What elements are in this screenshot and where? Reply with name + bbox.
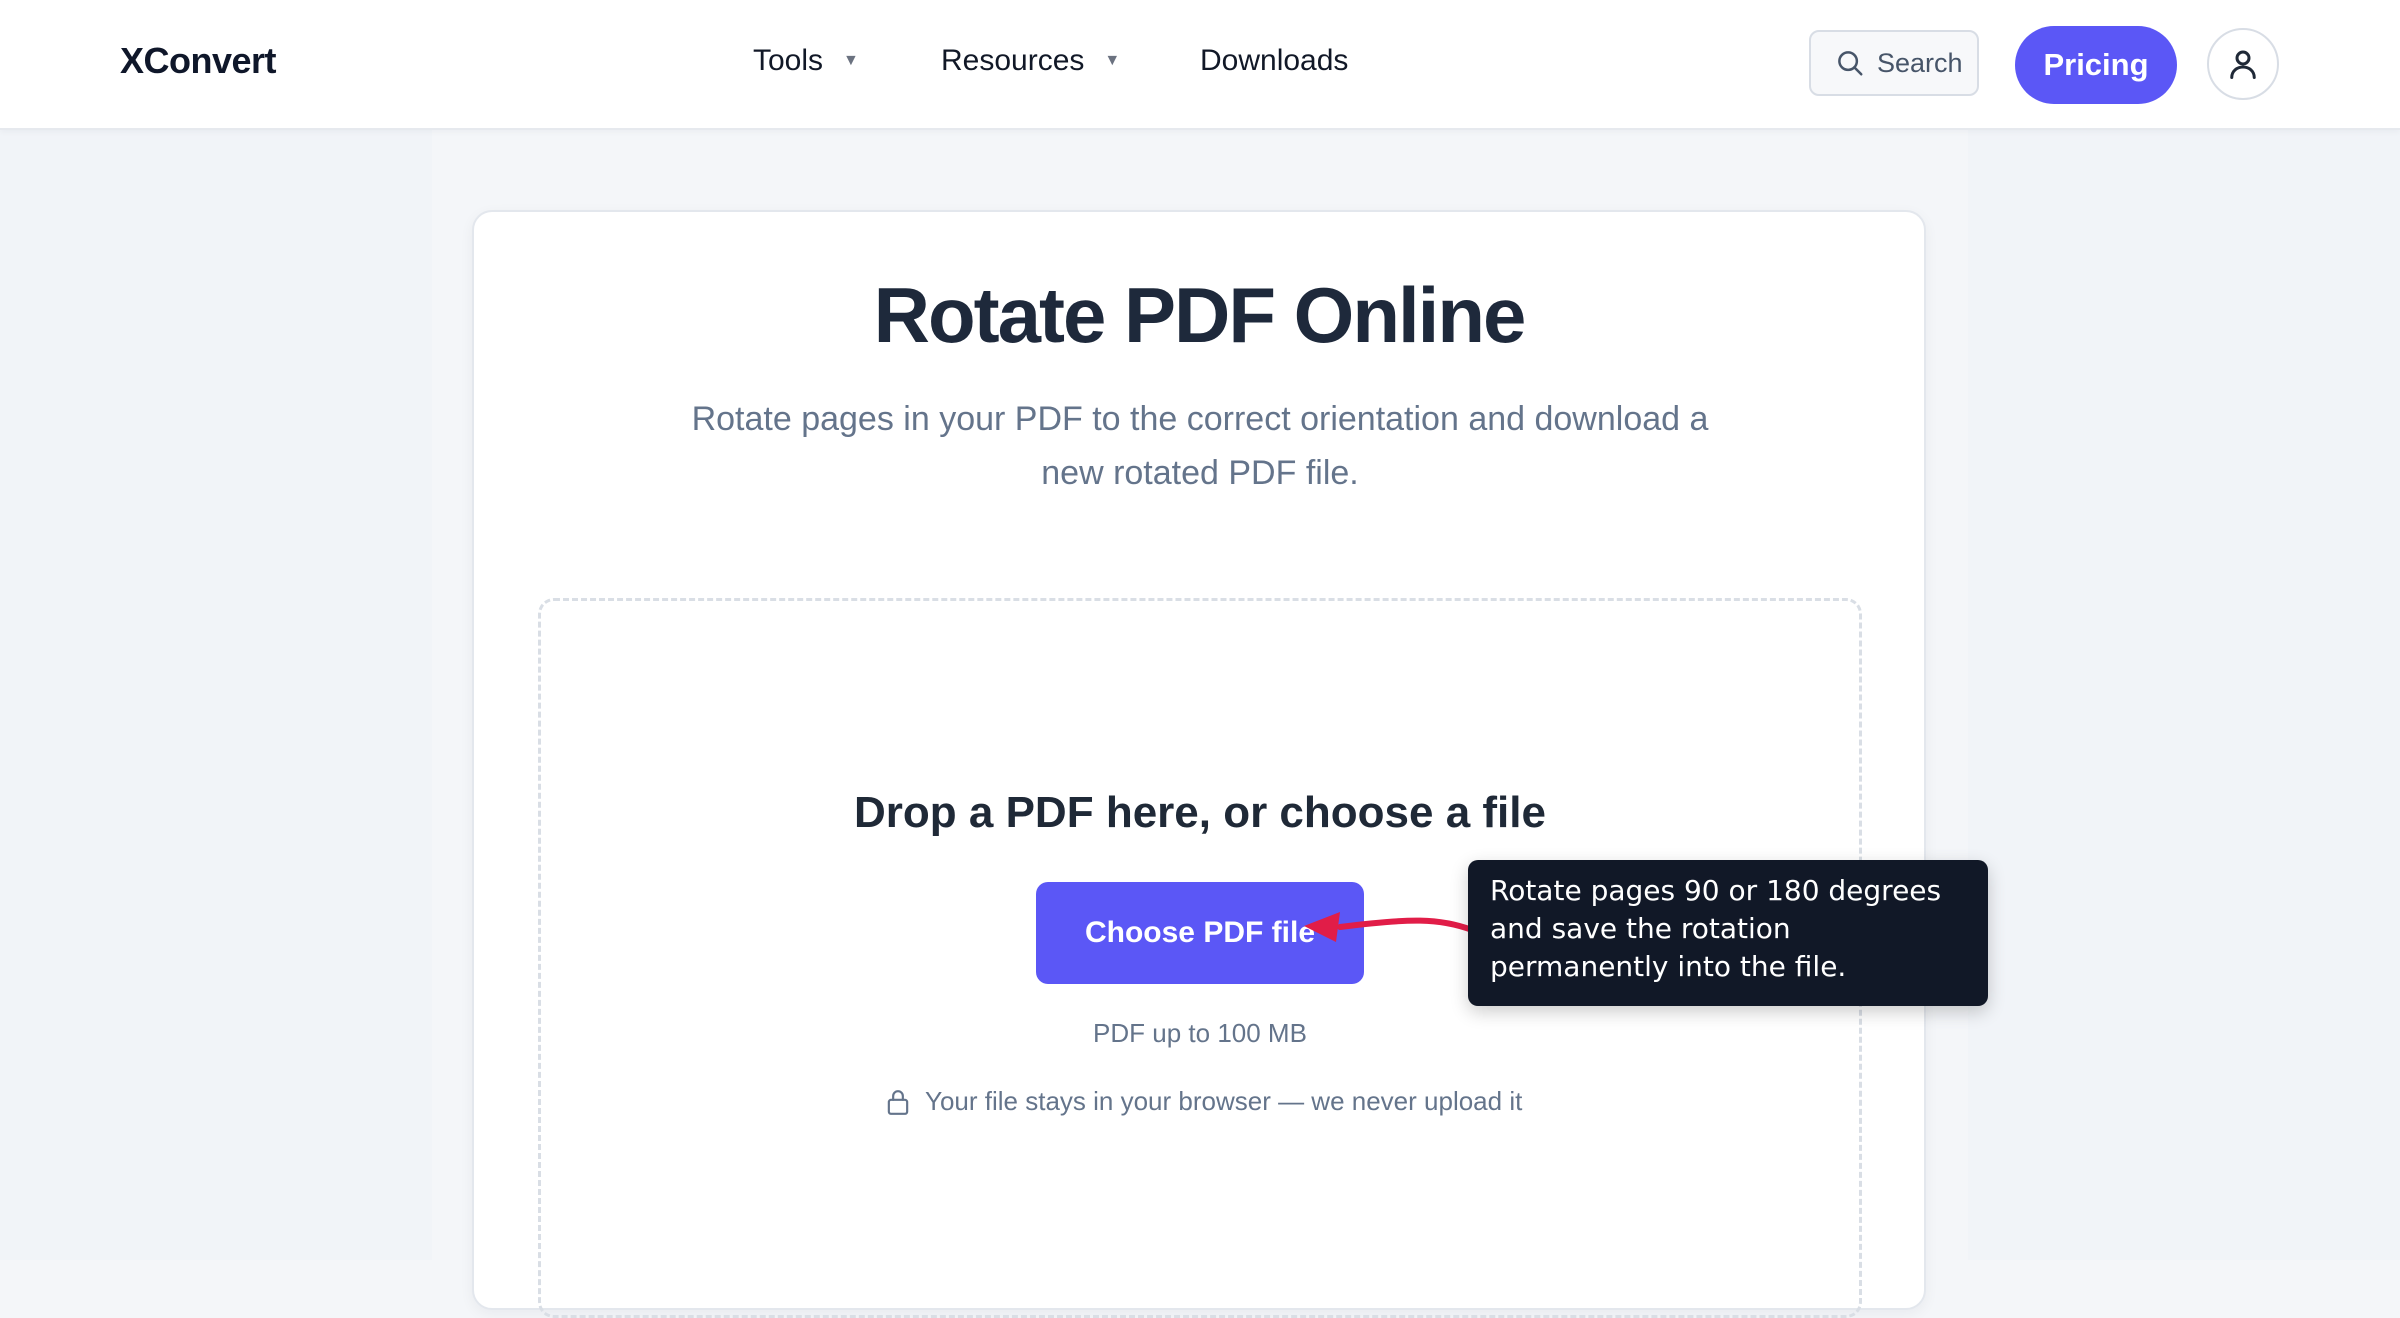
nav-tools-label: Tools <box>753 44 824 77</box>
user-avatar-button[interactable] <box>2207 28 2279 100</box>
privacy-text: Your file stays in your browser — we nev… <box>925 1086 1523 1116</box>
search-label: Search <box>1877 47 1963 78</box>
privacy-note: Your file stays in your browser — we nev… <box>885 1086 1522 1117</box>
nav-downloads[interactable]: Downloads <box>1200 44 1348 78</box>
page-subtitle: Rotate pages in your PDF to the correct … <box>691 400 1709 492</box>
search-icon <box>1838 51 1863 76</box>
chevron-down-icon: ▼ <box>1104 52 1121 69</box>
feature-tooltip: Rotate pages 90 or 180 degrees and save … <box>1468 860 1988 1006</box>
nav-resources[interactable]: Resources ▼ <box>941 44 1120 78</box>
nav-resources-label: Resources <box>941 44 1085 77</box>
nav-tools[interactable]: Tools ▼ <box>753 44 859 78</box>
page-background-right <box>1968 130 2400 1260</box>
page-title: Rotate PDF Online <box>873 271 1527 359</box>
page-background-left <box>0 130 432 1260</box>
site-logo[interactable]: XConvert <box>120 40 277 82</box>
nav-downloads-label: Downloads <box>1200 44 1349 77</box>
site-header: XConvert Tools ▼ Resources ▼ Downloads S… <box>0 0 2400 130</box>
chevron-down-icon: ▼ <box>843 52 859 69</box>
user-icon <box>2230 50 2256 79</box>
lock-icon <box>887 1089 909 1115</box>
pricing-button[interactable]: Pricing <box>2015 26 2177 104</box>
file-size-hint: PDF up to 100 MB <box>1093 1018 1307 1048</box>
search-button[interactable]: Search <box>1809 30 1979 96</box>
dropzone-title: Drop a PDF here, or choose a file <box>854 788 1546 837</box>
annotation-arrow-icon <box>1304 912 1475 942</box>
